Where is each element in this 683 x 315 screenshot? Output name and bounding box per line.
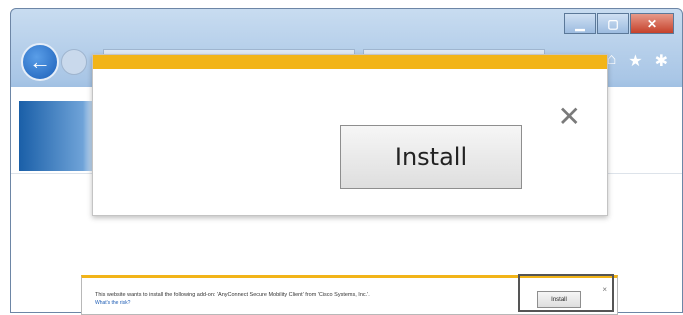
forward-button[interactable] xyxy=(61,49,87,75)
mini-install-button[interactable]: Install xyxy=(537,291,581,308)
close-window-button[interactable]: ✕ xyxy=(630,13,674,34)
maximize-button[interactable]: ▢ xyxy=(597,13,629,34)
mini-close-icon[interactable]: × xyxy=(602,285,607,294)
settings-gear-icon[interactable]: ✱ xyxy=(655,51,668,71)
window-controls: ▁ ▢ ✕ xyxy=(564,13,674,34)
whats-the-risk-link[interactable]: What's the risk? xyxy=(95,300,130,306)
toolbar-icons: ⌂ ★ ✱ xyxy=(607,51,668,71)
notification-accent-bar xyxy=(93,55,607,69)
addon-notification-zoomed: ✕ Install xyxy=(92,54,608,216)
favorites-star-icon[interactable]: ★ xyxy=(628,51,642,71)
page-banner-image xyxy=(19,101,99,171)
notification-message: This website wants to install the follow… xyxy=(95,292,370,298)
addon-notification-bar: This website wants to install the follow… xyxy=(81,274,618,315)
minimize-button[interactable]: ▁ xyxy=(564,13,596,34)
install-button[interactable]: Install xyxy=(340,125,522,189)
back-button[interactable]: ← xyxy=(21,43,59,81)
back-arrow-icon: ← xyxy=(29,49,51,74)
close-icon[interactable]: ✕ xyxy=(558,103,581,131)
home-icon[interactable]: ⌂ xyxy=(607,51,617,71)
